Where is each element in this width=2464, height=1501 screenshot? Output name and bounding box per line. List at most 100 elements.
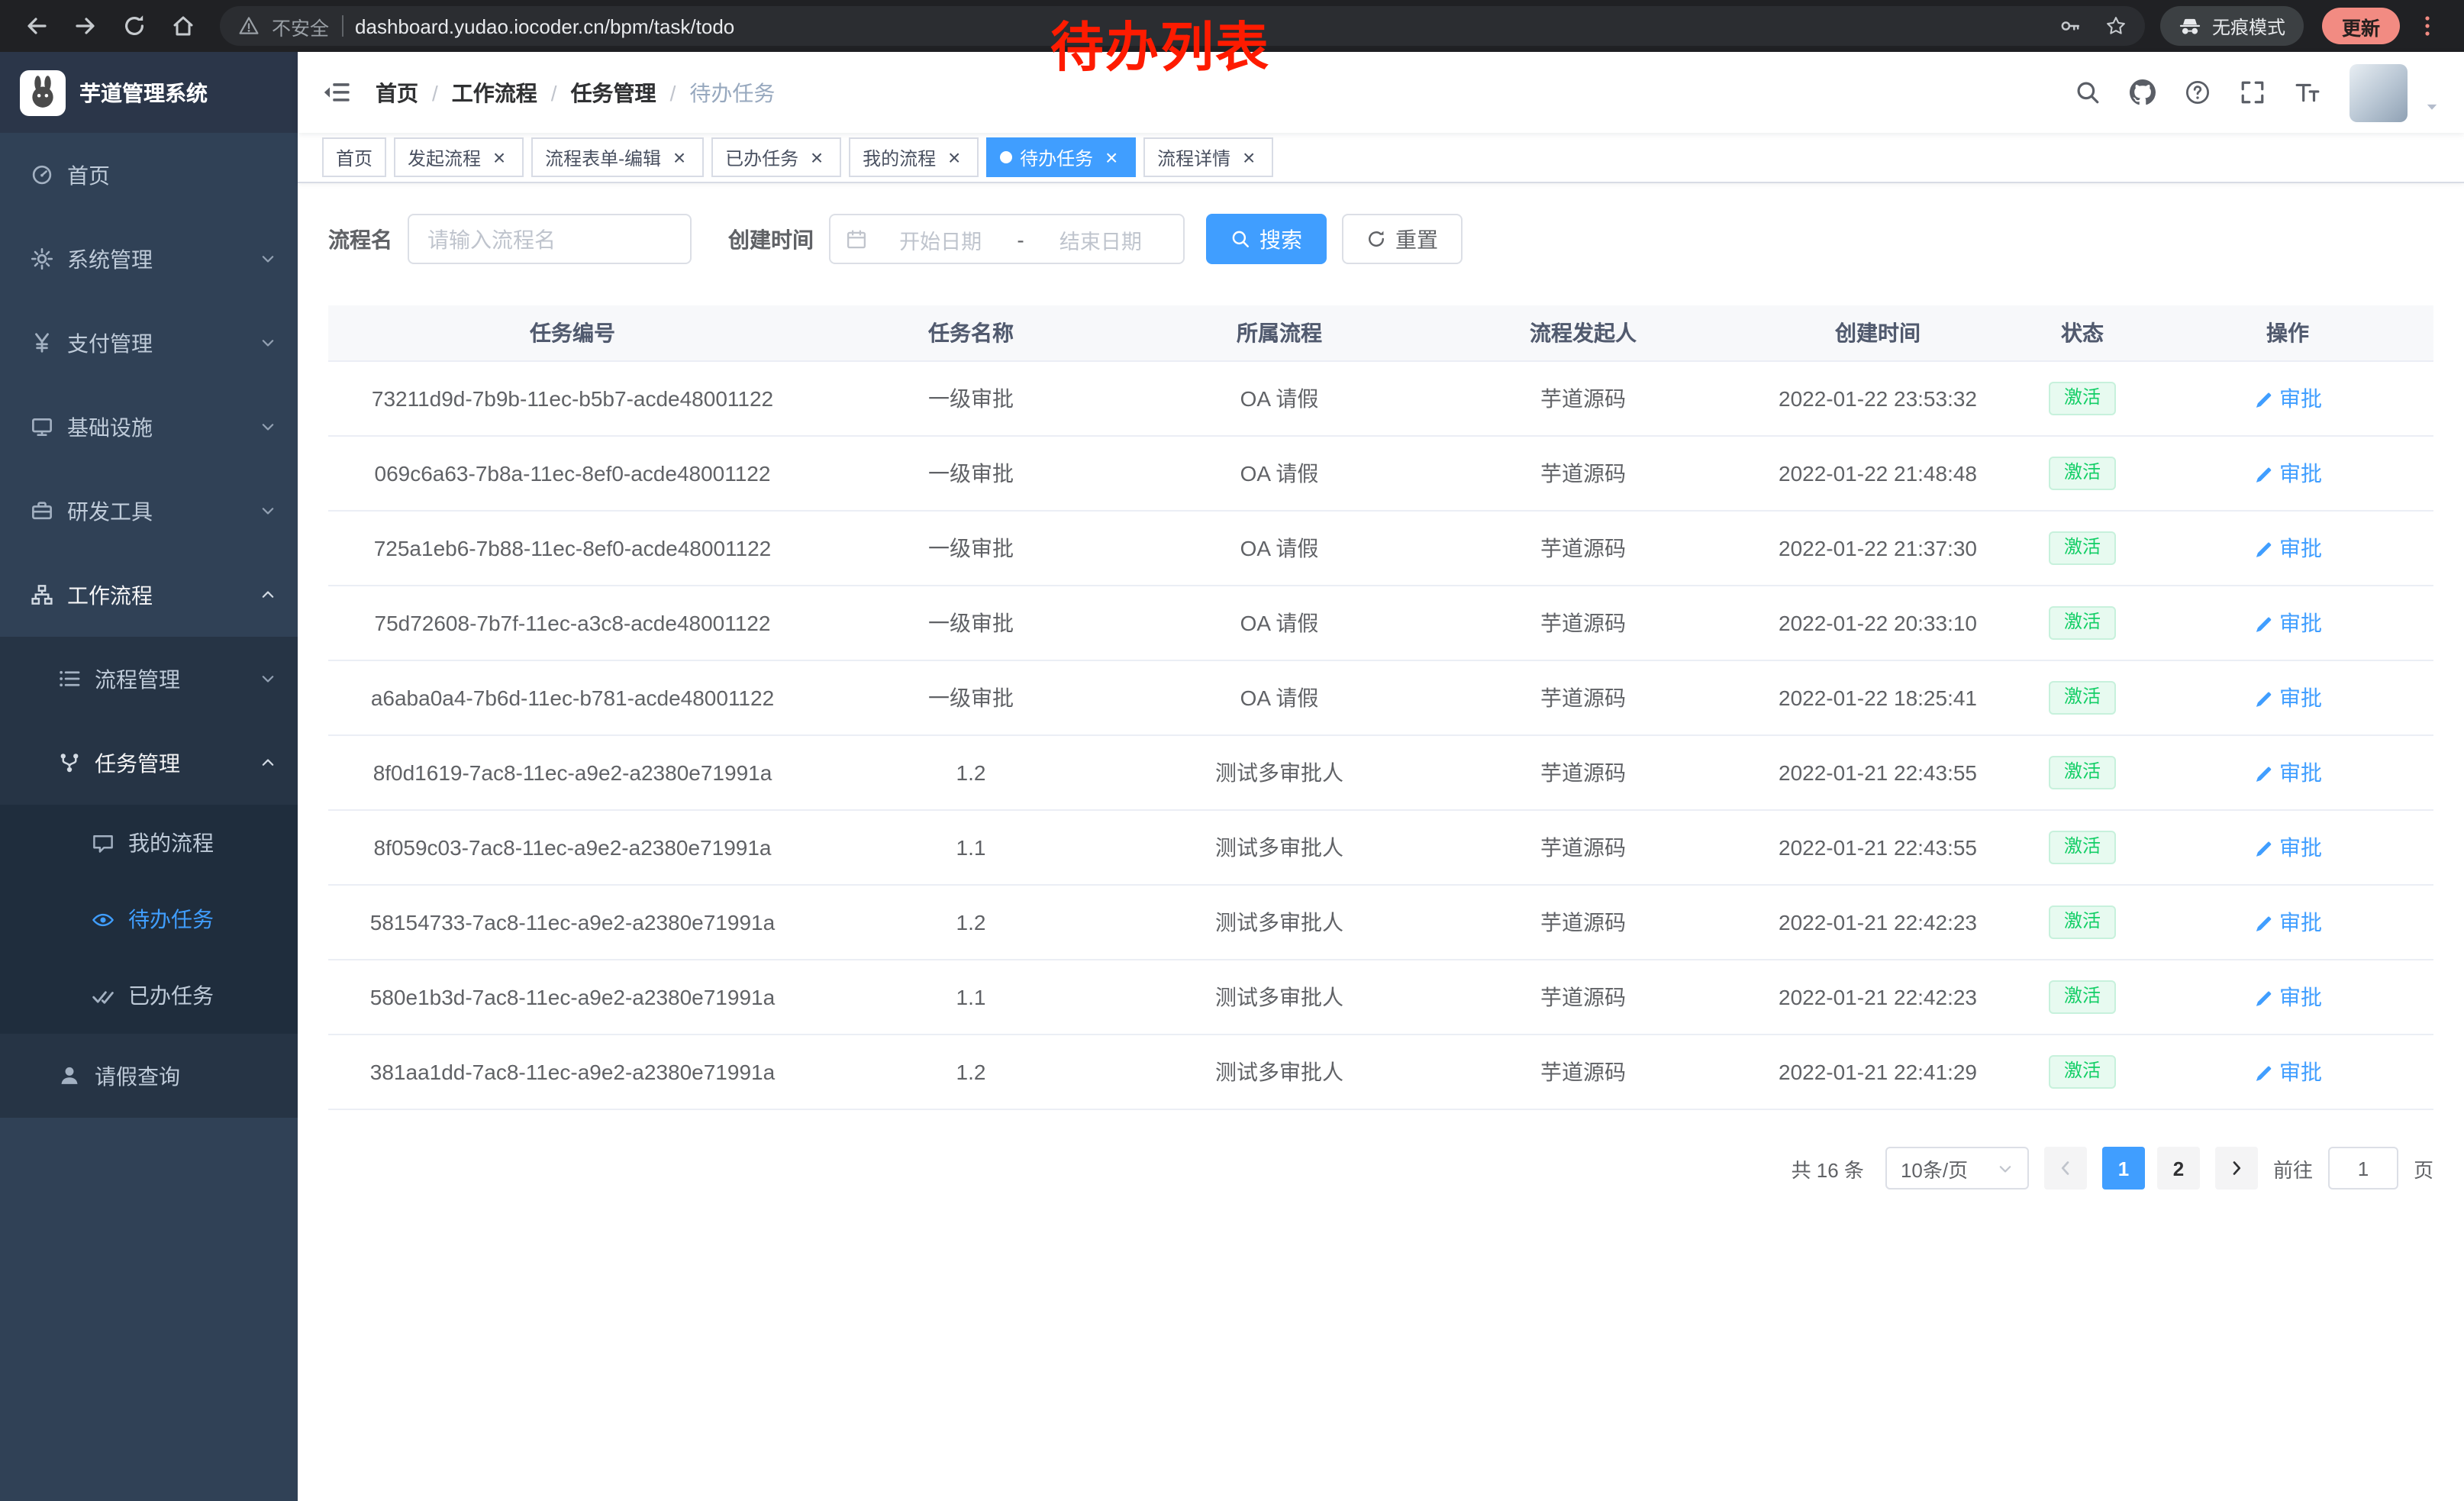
status-badge: 激活: [2049, 1055, 2116, 1088]
prev-page-button[interactable]: [2044, 1147, 2087, 1190]
status-badge: 激活: [2049, 382, 2116, 415]
font-size-icon[interactable]: [2295, 79, 2320, 105]
sidebar-item-leave-query[interactable]: 请假查询: [0, 1034, 298, 1118]
tab-todo-task[interactable]: 待办任务 ×: [986, 137, 1136, 177]
sidebar-item-payment[interactable]: 支付管理: [0, 301, 298, 385]
page-number-list: 12: [2102, 1147, 2200, 1190]
process-cell: OA 请假: [1125, 437, 1434, 510]
sidebar-item-workflow[interactable]: 工作流程: [0, 553, 298, 637]
chevron-left-icon: [2056, 1159, 2075, 1177]
tab-home[interactable]: 首页: [322, 137, 386, 177]
approve-link[interactable]: 审批: [2253, 683, 2322, 713]
process-cell: 测试多审批人: [1125, 886, 1434, 959]
approve-link[interactable]: 审批: [2253, 757, 2322, 788]
status-badge: 激活: [2049, 681, 2116, 714]
goto-page-input[interactable]: [2328, 1147, 2398, 1190]
sidebar-item-my-process[interactable]: 我的流程: [0, 805, 298, 881]
approve-link[interactable]: 审批: [2253, 832, 2322, 863]
tab-my-process[interactable]: 我的流程×: [849, 137, 979, 177]
close-icon[interactable]: ×: [1238, 147, 1259, 168]
breadcrumb-item[interactable]: 任务管理: [571, 77, 656, 108]
task-id-cell: a6aba0a4-7b6d-11ec-b781-acde48001122: [328, 661, 817, 734]
not-secure-warning-icon: [238, 15, 260, 37]
approve-label: 审批: [2279, 982, 2322, 1012]
browser-reload-button[interactable]: [113, 5, 156, 47]
sidebar-toggle[interactable]: [322, 78, 351, 107]
approve-link[interactable]: 审批: [2253, 982, 2322, 1012]
content: 流程名 创建时间 开始日期 - 结束日期 搜索 重: [298, 183, 2464, 1501]
page-size-select[interactable]: 10条/页: [1885, 1147, 2029, 1190]
tab-start-process[interactable]: 发起流程×: [394, 137, 524, 177]
close-icon[interactable]: ×: [943, 147, 965, 168]
approve-link[interactable]: 审批: [2253, 608, 2322, 638]
sidebar-item-todo-task[interactable]: 待办任务: [0, 881, 298, 957]
fullscreen-icon[interactable]: [2240, 79, 2266, 105]
task-id-cell: 8f0d1619-7ac8-11ec-a9e2-a2380e71991a: [328, 736, 817, 809]
close-icon[interactable]: ×: [1101, 147, 1122, 168]
sidebar-item-system[interactable]: 系统管理: [0, 217, 298, 301]
process-name-input[interactable]: [408, 214, 692, 264]
status-badge: 激活: [2049, 531, 2116, 564]
tab-process-detail[interactable]: 流程详情×: [1143, 137, 1273, 177]
gear-icon: [31, 247, 53, 270]
browser-forward-button[interactable]: [64, 5, 107, 47]
sidebar-item-task-mgmt[interactable]: 任务管理: [0, 721, 298, 805]
task-id-cell: 58154733-7ac8-11ec-a9e2-a2380e71991a: [328, 886, 817, 959]
close-icon[interactable]: ×: [489, 147, 510, 168]
approve-link[interactable]: 审批: [2253, 907, 2322, 938]
search-button[interactable]: 搜索: [1206, 214, 1327, 264]
approve-link[interactable]: 审批: [2253, 533, 2322, 563]
menu-item-label: 工作流程: [67, 579, 153, 610]
incognito-label: 无痕模式: [2212, 13, 2285, 39]
tab-label: 待办任务: [1020, 144, 1093, 170]
page-button-1[interactable]: 1: [2102, 1147, 2145, 1190]
sidebar-item-infrastructure[interactable]: 基础设施: [0, 385, 298, 469]
starter-cell: 芋道源码: [1434, 661, 1733, 734]
approve-link[interactable]: 审批: [2253, 383, 2322, 414]
page-button-2[interactable]: 2: [2157, 1147, 2200, 1190]
pagination: 共 16 条 10条/页 12 前往 页: [328, 1147, 2433, 1190]
github-icon[interactable]: [2130, 79, 2156, 105]
task-name-cell: 1.2: [817, 1035, 1125, 1109]
close-icon[interactable]: ×: [806, 147, 827, 168]
process-cell: OA 请假: [1125, 586, 1434, 660]
update-chrome-button[interactable]: 更新: [2322, 8, 2400, 44]
menu-item-label: 系统管理: [67, 244, 153, 274]
next-page-button[interactable]: [2215, 1147, 2258, 1190]
starter-cell: 芋道源码: [1434, 960, 1733, 1034]
browser-menu-icon[interactable]: [2406, 5, 2449, 47]
avatar-caret-icon[interactable]: [2424, 98, 2440, 114]
action-cell: 审批: [2142, 736, 2433, 809]
browser-home-button[interactable]: [162, 5, 205, 47]
start-date-placeholder[interactable]: 开始日期: [873, 224, 1008, 254]
sidebar-item-process-mgmt[interactable]: 流程管理: [0, 637, 298, 721]
date-range-picker[interactable]: 开始日期 - 结束日期: [829, 214, 1185, 264]
process-cell: 测试多审批人: [1125, 1035, 1434, 1109]
breadcrumb-item[interactable]: 首页: [376, 77, 418, 108]
sidebar-menu: 首页系统管理支付管理基础设施研发工具工作流程流程管理任务管理我的流程待办任务已办…: [0, 133, 298, 1118]
logo-avatar: [20, 69, 66, 115]
search-icon[interactable]: [2075, 79, 2101, 105]
navbar-icon-group: [2075, 79, 2320, 105]
sidebar-item-home[interactable]: 首页: [0, 133, 298, 217]
breadcrumb-item[interactable]: 工作流程: [452, 77, 537, 108]
approve-link[interactable]: 审批: [2253, 1057, 2322, 1087]
question-icon[interactable]: [2185, 79, 2211, 105]
end-date-placeholder[interactable]: 结束日期: [1034, 224, 1168, 254]
password-key-icon[interactable]: [2059, 15, 2081, 37]
starter-cell: 芋道源码: [1434, 1035, 1733, 1109]
browser-back-button[interactable]: [15, 5, 58, 47]
process-cell: 测试多审批人: [1125, 960, 1434, 1034]
approve-link[interactable]: 审批: [2253, 458, 2322, 489]
reset-button[interactable]: 重置: [1342, 214, 1463, 264]
pencil-icon: [2253, 838, 2273, 857]
bookmark-star-icon[interactable]: [2105, 15, 2127, 37]
menu-item-label: 已办任务: [128, 980, 214, 1011]
sidebar-item-done-task[interactable]: 已办任务: [0, 957, 298, 1034]
sidebar-item-dev-tools[interactable]: 研发工具: [0, 469, 298, 553]
tab-form-edit[interactable]: 流程表单-编辑×: [531, 137, 704, 177]
menu-item-label: 待办任务: [128, 904, 214, 934]
user-avatar[interactable]: [2350, 63, 2408, 121]
close-icon[interactable]: ×: [669, 147, 690, 168]
tab-done-task[interactable]: 已办任务×: [711, 137, 841, 177]
